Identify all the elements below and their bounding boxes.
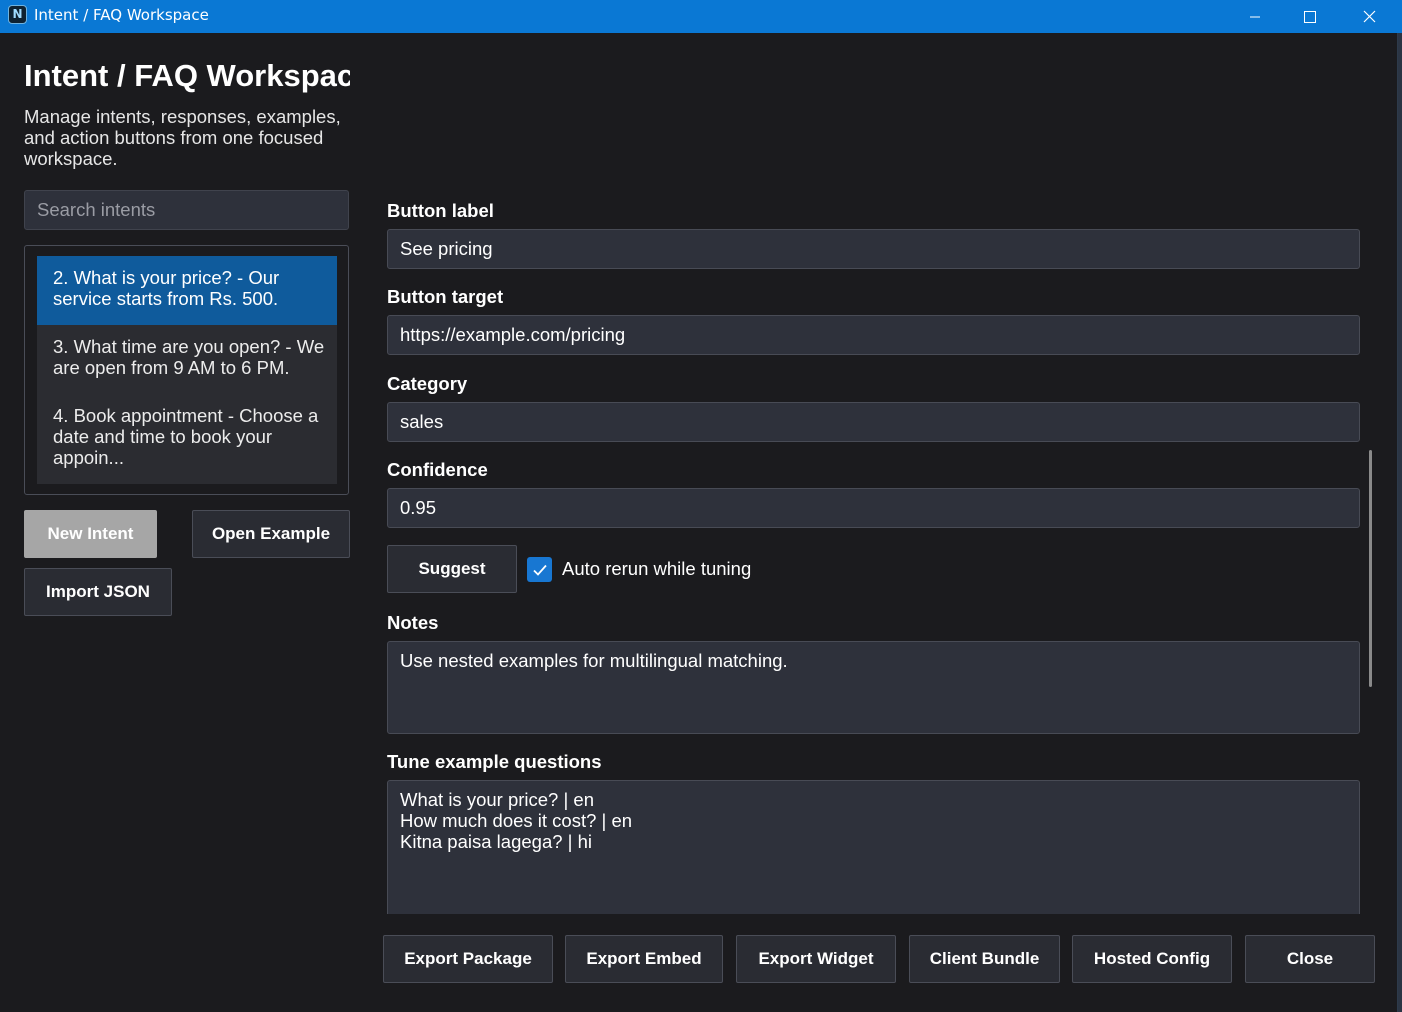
close-button[interactable]: Close — [1245, 935, 1375, 983]
maximize-button[interactable] — [1281, 0, 1339, 33]
auto-rerun-checkbox[interactable] — [527, 557, 552, 582]
notes-label: Notes — [387, 612, 439, 633]
window-title: Intent / FAQ Workspace — [34, 6, 209, 24]
new-intent-button[interactable]: New Intent — [24, 510, 157, 558]
auto-rerun-label[interactable]: Auto rerun while tuning — [562, 558, 751, 580]
hosted-config-button[interactable]: Hosted Config — [1072, 935, 1232, 983]
category-label: Category — [387, 373, 468, 394]
intent-item-selected[interactable]: 2. What is your price? - Our service sta… — [37, 256, 337, 325]
intent-item[interactable]: 3. What time are you open? - We are open… — [37, 336, 337, 396]
title-bar[interactable]: N Intent / FAQ Workspace — [0, 0, 1402, 33]
form-scrollbar[interactable] — [1369, 450, 1372, 687]
checkmark-icon — [532, 564, 547, 576]
examples-label: Tune example questions — [387, 751, 602, 772]
category-input[interactable]: sales — [387, 402, 1360, 442]
search-input[interactable] — [24, 190, 349, 230]
button-target-input[interactable]: https://example.com/pricing — [387, 315, 1360, 355]
minimize-button[interactable] — [1226, 0, 1284, 33]
intent-list[interactable]: 2. What is your price? - Our service sta… — [24, 245, 349, 495]
page-title: Intent / FAQ Workspace — [24, 58, 350, 93]
button-label-label: Button label — [387, 200, 494, 221]
button-label-input[interactable]: See pricing — [387, 229, 1360, 269]
intent-item[interactable]: 4. Book appointment - Choose a date and … — [37, 405, 337, 475]
confidence-input[interactable]: 0.95 — [387, 488, 1360, 528]
notes-textarea[interactable]: Use nested examples for multilingual mat… — [387, 641, 1360, 734]
app-icon: N — [8, 5, 27, 24]
close-icon — [1363, 10, 1375, 23]
export-widget-button[interactable]: Export Widget — [736, 935, 896, 983]
open-example-button[interactable]: Open Example — [192, 510, 350, 558]
export-embed-button[interactable]: Export Embed — [565, 935, 723, 983]
suggest-button[interactable]: Suggest — [387, 545, 517, 593]
minimize-icon — [1250, 16, 1260, 17]
intent-list-viewport: 2. What is your price? - Our service sta… — [37, 256, 337, 484]
export-package-button[interactable]: Export Package — [383, 935, 553, 983]
page-subtitle: Manage intents, responses, examples, and… — [24, 106, 341, 169]
confidence-label: Confidence — [387, 459, 488, 480]
close-window-button[interactable] — [1340, 0, 1398, 33]
import-json-button[interactable]: Import JSON — [24, 568, 172, 616]
client-bundle-button[interactable]: Client Bundle — [909, 935, 1060, 983]
button-target-label: Button target — [387, 286, 504, 307]
maximize-icon — [1304, 10, 1316, 23]
window-edge — [1398, 33, 1402, 1012]
